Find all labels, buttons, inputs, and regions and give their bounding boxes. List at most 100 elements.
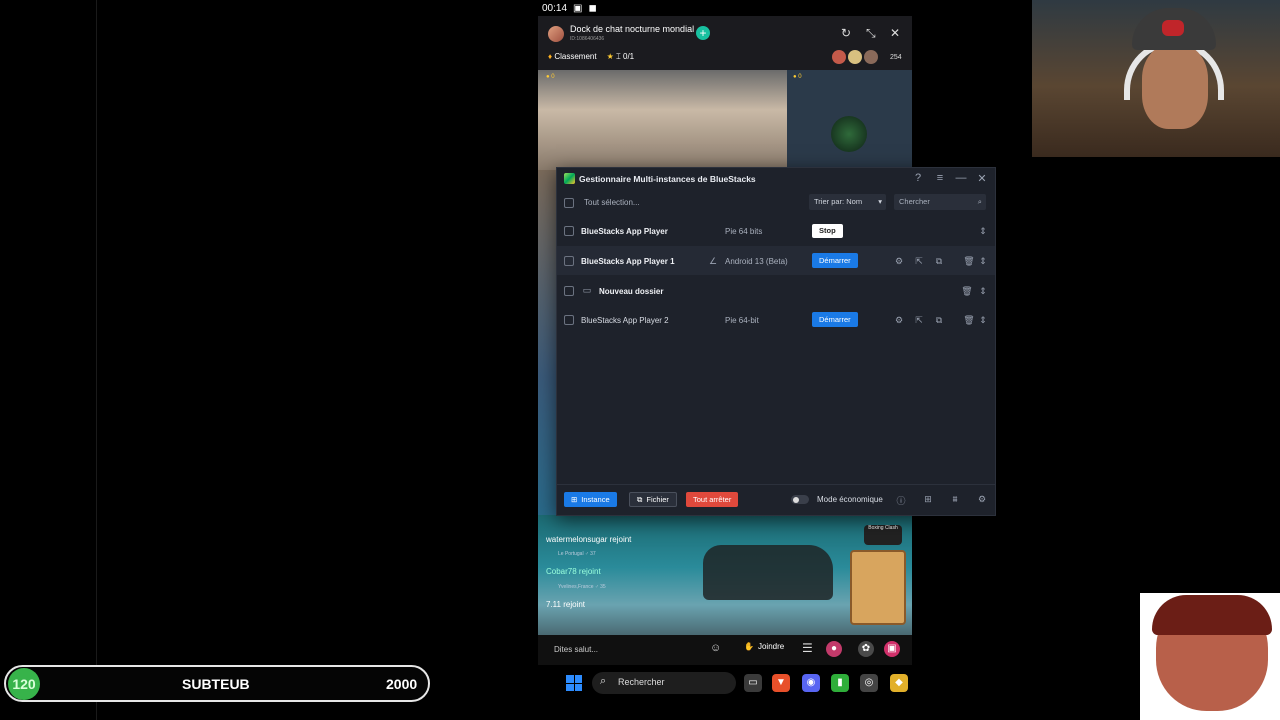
task-view-icon[interactable]: ▭ <box>744 674 762 692</box>
chat-message: Cobar78 rejoint <box>546 567 601 576</box>
ranking-bar[interactable]: ♦ Classement ★ ⌶ 0/1 <box>548 52 634 62</box>
guest-hair <box>1152 595 1272 635</box>
shortcut-icon[interactable]: ⇱ <box>913 315 925 326</box>
reorder-icon[interactable]: ⇕ <box>977 315 989 326</box>
sort-icon[interactable]: ⩩ <box>949 494 961 505</box>
video-tile-right[interactable]: ● 0 <box>787 70 912 170</box>
instance-row[interactable]: BlueStacks App Player Pie 64 bits Stop ⇕ <box>557 217 995 246</box>
folder-name: Nouveau dossier <box>599 287 664 296</box>
delete-icon[interactable]: 🗑 <box>963 256 975 267</box>
room-header: Dock de chat nocturne mondial ID:1086406… <box>538 16 912 70</box>
bluestacks-taskbar-icon[interactable]: ▮ <box>831 674 849 692</box>
file-button[interactable]: ⧉ Fichier <box>629 492 677 507</box>
close-icon[interactable]: ✕ <box>975 172 989 185</box>
settings-icon[interactable]: ⚙ <box>976 494 988 505</box>
grid-icon[interactable]: ⊞ <box>922 494 934 505</box>
folder-row[interactable]: ▭ Nouveau dossier 🗑 ⇕ <box>557 276 995 305</box>
minimize-icon[interactable]: ⤡ <box>866 26 876 41</box>
emoji-icon[interactable]: ☺ <box>710 642 721 654</box>
goal-target: 2000 <box>386 676 418 692</box>
share-icon[interactable]: ↻ <box>841 26 851 40</box>
eco-mode-label: Mode économique <box>817 495 883 504</box>
row-checkbox[interactable] <box>564 286 574 296</box>
taskbar: ⌕ Rechercher ▭ ▼ ◉ ▮ ◎ ◆ <box>560 670 920 696</box>
instance-row[interactable]: BlueStacks App Player 1 ∠ Android 13 (Be… <box>557 246 995 275</box>
game-badge[interactable]: Boxing Clash <box>864 525 902 545</box>
rose-gift-icon[interactable]: ✿ <box>858 641 874 657</box>
file-icon: ⧉ <box>637 495 643 504</box>
menu-icon[interactable]: ☰ <box>802 641 813 655</box>
help-icon[interactable]: ? <box>911 172 925 184</box>
background-video-strip <box>538 170 558 515</box>
brave-browser-icon[interactable]: ▼ <box>772 674 790 692</box>
menu-icon[interactable]: ≡ <box>933 172 947 184</box>
phone-status-bar: 00:14 ▣ ◼ <box>538 0 912 16</box>
window-title: Gestionnaire Multi-instances de BlueStac… <box>579 174 756 184</box>
chat-message: watermelonsugar rejoint <box>546 535 632 544</box>
row-checkbox[interactable] <box>564 315 574 325</box>
app-icon: ◼ <box>588 2 597 14</box>
clone-icon[interactable]: ⧉ <box>933 315 945 326</box>
discord-icon[interactable]: ◉ <box>802 674 820 692</box>
close-icon[interactable]: ✕ <box>890 26 900 40</box>
viewer-count: 254 <box>890 54 902 61</box>
coin-count: ● 0 <box>793 74 802 80</box>
reorder-icon[interactable]: ⇕ <box>977 256 989 267</box>
eco-mode-toggle[interactable] <box>791 495 809 504</box>
row-checkbox[interactable] <box>564 256 574 266</box>
boxing-game-icon[interactable]: ● <box>826 641 842 657</box>
instance-version: Android 13 (Beta) <box>725 257 788 266</box>
select-all-checkbox[interactable] <box>564 198 574 208</box>
goal-label: SUBTEUB <box>182 676 250 692</box>
viewer-avatar[interactable] <box>864 50 878 64</box>
obs-icon[interactable]: ◎ <box>860 674 878 692</box>
ranking-label: ♦ Classement <box>548 52 597 61</box>
shortcut-icon[interactable]: ⇱ <box>913 256 925 267</box>
chat-input[interactable]: Dites salut... <box>554 645 598 654</box>
goal-current: 120 <box>8 668 40 700</box>
notification-icon: ▣ <box>573 2 583 14</box>
follow-button[interactable]: + <box>696 26 710 40</box>
video-tile-left[interactable]: ● 0 <box>538 70 787 170</box>
row-checkbox[interactable] <box>564 226 574 236</box>
multi-instance-manager-window: Gestionnaire Multi-instances de BlueStac… <box>556 167 996 516</box>
start-button[interactable]: Démarrer <box>812 312 858 327</box>
delete-icon[interactable]: 🗑 <box>961 286 973 297</box>
coin-count: ● 0 <box>546 74 555 80</box>
instance-row[interactable]: BlueStacks App Player 2 Pie 64-bit Démar… <box>557 305 995 334</box>
viewer-avatar[interactable] <box>832 50 846 64</box>
bluestacks-x-icon[interactable]: ◆ <box>890 674 908 692</box>
gift-icon[interactable]: ▣ <box>884 641 900 657</box>
stop-button[interactable]: Stop <box>812 224 843 238</box>
clone-icon[interactable]: ⧉ <box>933 256 945 267</box>
instance-name: BlueStacks App Player <box>581 227 668 236</box>
new-instance-button[interactable]: ⊞ Instance <box>564 492 617 507</box>
windows-start-icon[interactable] <box>566 675 582 691</box>
folder-icon: ▭ <box>582 285 592 295</box>
reorder-icon[interactable]: ⇕ <box>977 286 989 297</box>
sort-dropdown[interactable]: Trier par: Nom ▾ <box>809 194 886 210</box>
room-avatar[interactable] <box>548 26 564 42</box>
window-titlebar[interactable]: Gestionnaire Multi-instances de BlueStac… <box>557 168 995 190</box>
sub-goal-bar: 120 SUBTEUB 2000 <box>4 665 430 702</box>
edit-icon[interactable]: ∠ <box>707 256 719 267</box>
settings-icon[interactable]: ⚙ <box>893 315 905 326</box>
select-all-label: Tout sélection... <box>584 198 640 207</box>
minimize-icon[interactable]: — <box>954 172 968 184</box>
taskbar-search[interactable]: ⌕ Rechercher <box>592 672 736 694</box>
search-input[interactable]: Chercher ⌕ <box>894 194 986 210</box>
footer-divider <box>557 484 995 485</box>
reorder-icon[interactable]: ⇕ <box>977 226 989 237</box>
viewer-avatar[interactable] <box>848 50 862 64</box>
join-button[interactable]: ✋ Joindre <box>744 642 784 651</box>
search-icon: ⌕ <box>977 197 982 206</box>
delete-icon[interactable]: 🗑 <box>963 315 975 326</box>
game-card[interactable] <box>850 550 906 625</box>
chat-bar: Dites salut... ☺ ✋ Joindre ☰ ● ✿ ▣ <box>538 635 912 665</box>
start-button[interactable]: Démarrer <box>812 253 858 268</box>
help-icon[interactable]: ⓘ <box>895 494 907 507</box>
gem-avatar <box>831 116 867 152</box>
stop-all-button[interactable]: Tout arrêter <box>686 492 739 507</box>
settings-icon[interactable]: ⚙ <box>893 256 905 267</box>
hand-icon: ✋ <box>744 642 754 651</box>
